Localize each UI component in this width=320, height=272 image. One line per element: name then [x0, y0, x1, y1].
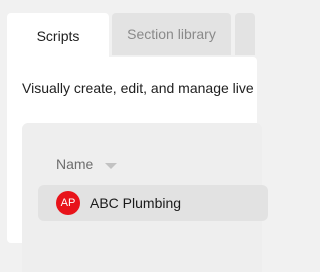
sort-down-icon[interactable] — [105, 162, 118, 169]
scripts-page: Scripts Section library Visually create,… — [0, 0, 268, 272]
name-column-label: Name — [56, 156, 94, 172]
page-description: Visually create, edit, and manage live — [22, 80, 254, 96]
scripts-list: Name AP ABC Plumbing — [22, 123, 268, 272]
script-name: ABC Plumbing — [90, 195, 182, 211]
tab-scripts[interactable]: Scripts — [7, 13, 109, 58]
tab-section-library[interactable]: Section library — [112, 13, 231, 55]
avatar: AP — [56, 191, 80, 215]
list-item[interactable]: AP ABC Plumbing — [38, 185, 268, 221]
tab-section-library-label: Section library — [127, 26, 216, 42]
avatar-initials: AP — [60, 197, 76, 209]
tab-next-partial[interactable] — [235, 13, 255, 55]
scripts-panel: Visually create, edit, and manage live N… — [7, 57, 268, 272]
name-column-header[interactable]: Name — [56, 156, 118, 172]
tab-scripts-label: Scripts — [36, 27, 80, 44]
